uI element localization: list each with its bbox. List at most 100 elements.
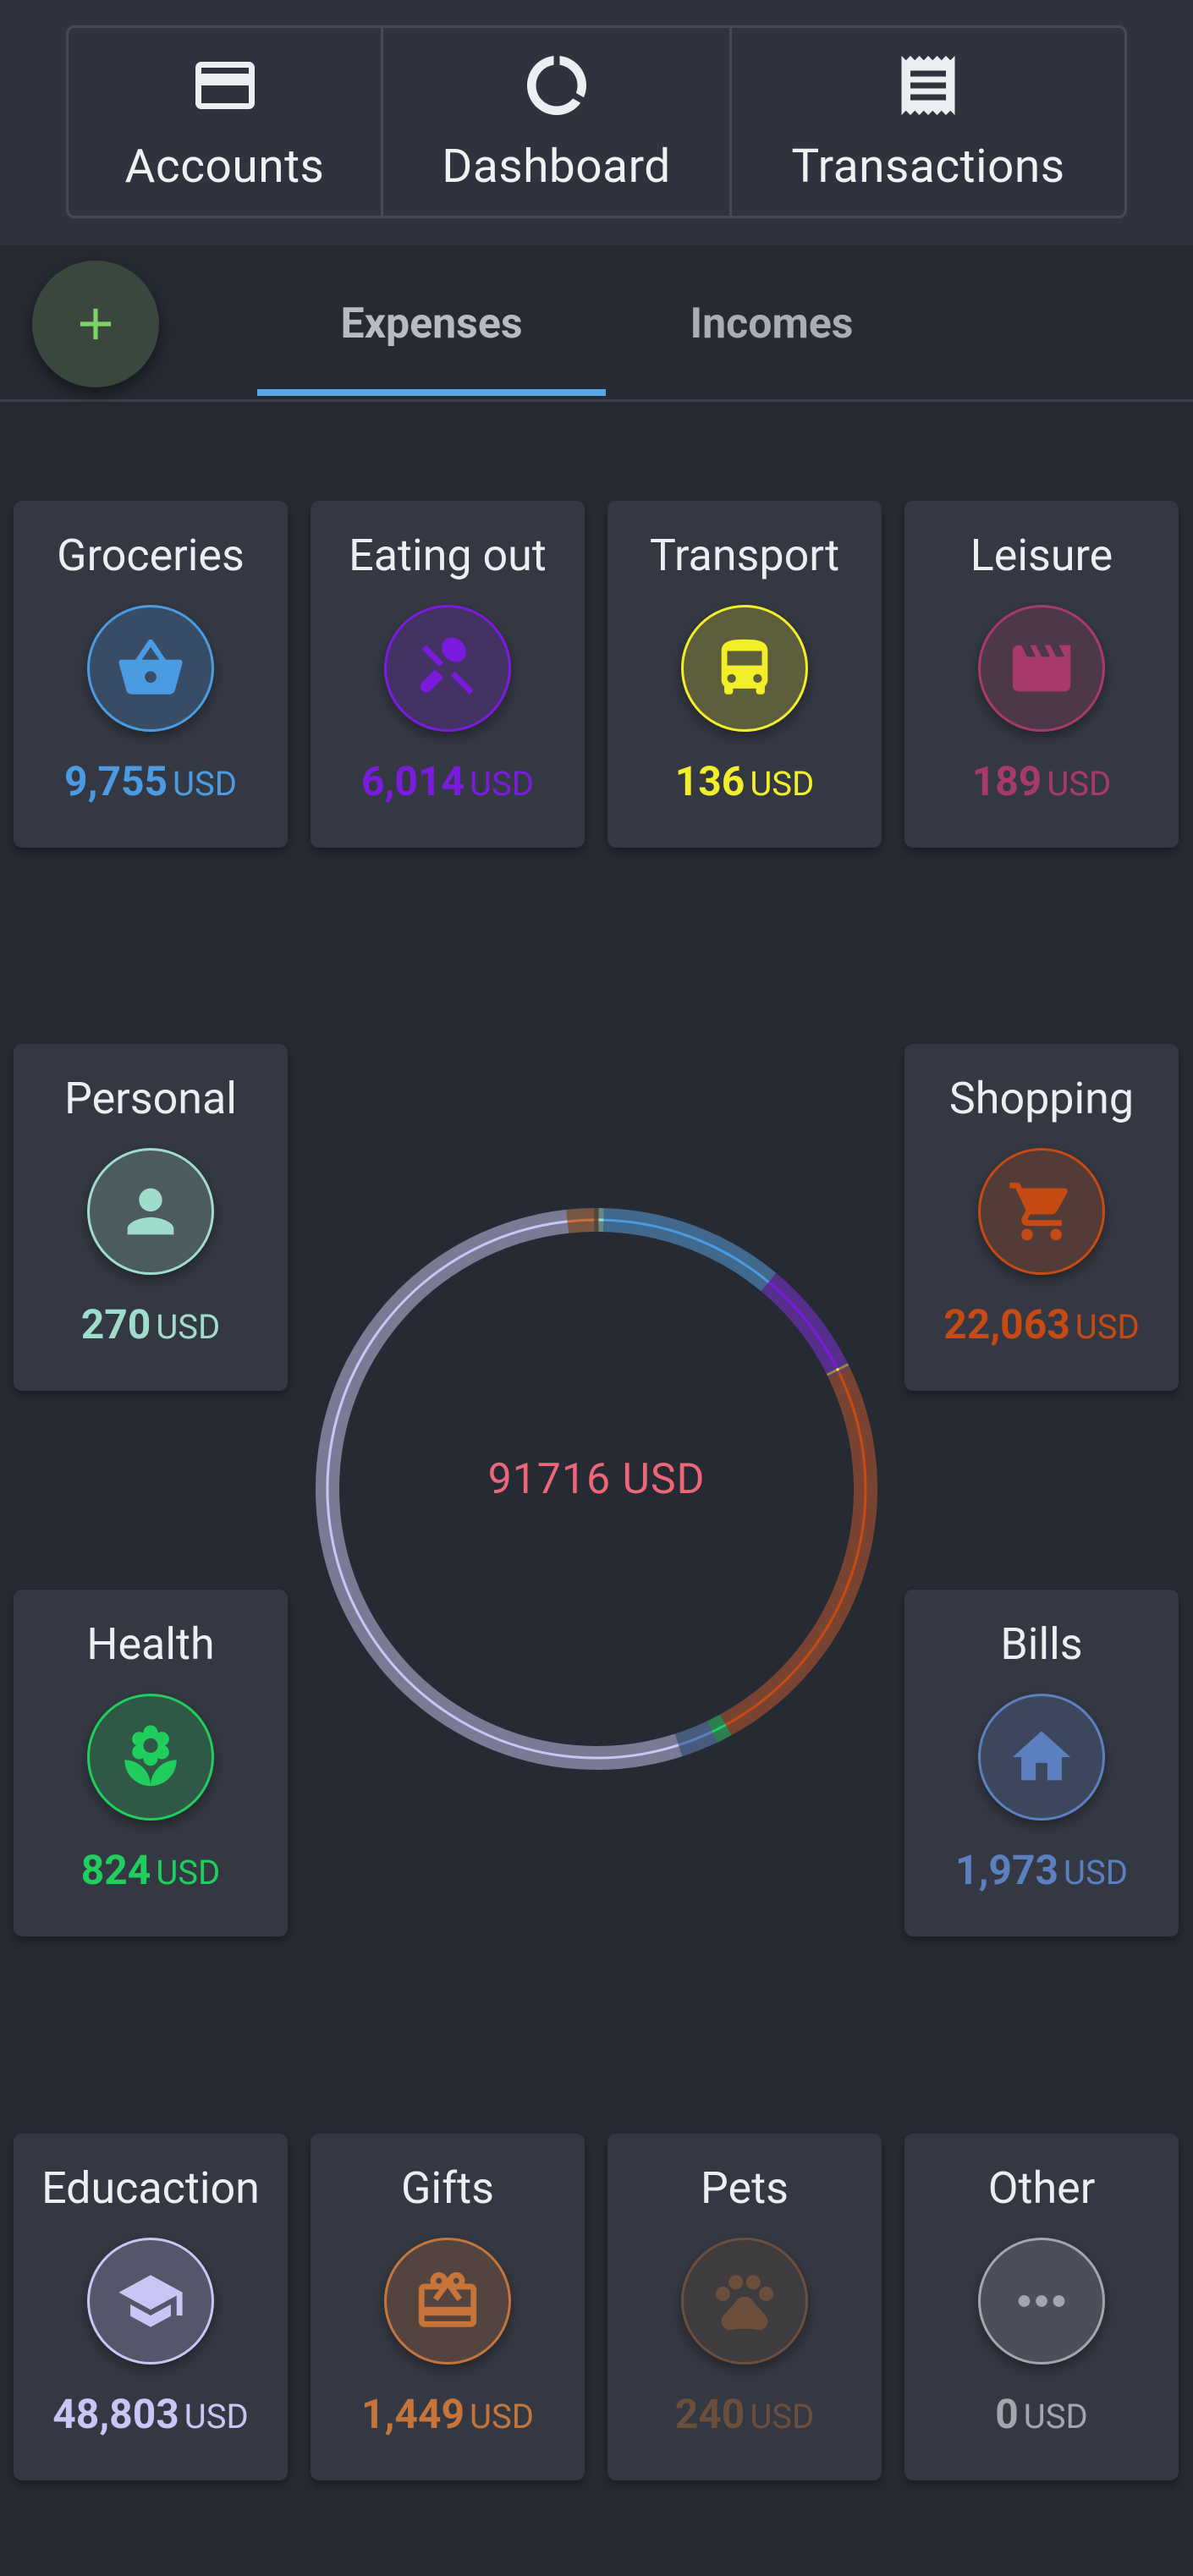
category-amount: 824 USD — [81, 1846, 221, 1894]
category-icon-badge — [87, 1694, 214, 1821]
category-amount-value: 270 — [80, 1300, 151, 1348]
nav-accounts-button[interactable]: Accounts — [69, 28, 383, 216]
active-tab-indicator — [257, 389, 606, 396]
category-amount: 9,755 USD — [64, 757, 237, 805]
category-amount-value: 824 — [80, 1846, 151, 1894]
category-card-leisure[interactable]: Leisure 189 USD — [904, 501, 1179, 848]
cart-icon — [1009, 1182, 1068, 1241]
bus-icon — [721, 639, 768, 695]
category-icon-badge — [87, 605, 214, 732]
category-name: Transport — [649, 530, 840, 581]
category-name: Bills — [1000, 1618, 1083, 1670]
category-name: Gifts — [401, 2162, 494, 2214]
credit-card-icon — [195, 62, 255, 109]
category-amount-value: 136 — [674, 757, 745, 805]
category-amount-currency: USD — [1075, 1307, 1140, 1347]
category-card-other[interactable]: Other 0 USD — [904, 2134, 1179, 2480]
category-name: Leisure — [970, 530, 1113, 581]
category-amount-currency: USD — [1023, 2397, 1088, 2436]
category-name: Shopping — [948, 1073, 1135, 1124]
category-icon-badge — [978, 1694, 1105, 1821]
category-card-eating-out[interactable]: Eating out 6,014 USD — [311, 501, 585, 848]
category-amount-value: 9,755 — [64, 757, 168, 805]
tab-incomes[interactable]: Incomes — [606, 245, 937, 402]
tab-expenses[interactable]: Expenses — [257, 245, 606, 402]
view-switcher: Accounts Dashboard Transactions — [66, 25, 1127, 218]
category-amount: 240 USD — [675, 2390, 815, 2438]
nav-dashboard-button[interactable]: Dashboard — [383, 28, 732, 216]
donut-segment-shopping[interactable] — [720, 1368, 877, 1736]
category-amount: 270 USD — [81, 1300, 221, 1348]
donut-segment-edge-gifts — [567, 1218, 595, 1223]
category-amount: 136 USD — [675, 757, 815, 805]
add-transaction-button[interactable] — [32, 261, 159, 387]
category-icon-badge — [384, 605, 511, 732]
paw-icon — [715, 2275, 774, 2331]
nav-transactions-button[interactable]: Transactions — [732, 28, 1124, 216]
category-icon-badge — [978, 2238, 1105, 2365]
donut-segment-edge-leisure — [837, 1370, 841, 1375]
category-icon-badge — [978, 605, 1105, 732]
person-icon — [127, 1188, 174, 1235]
category-amount-currency: USD — [173, 764, 237, 804]
category-card-education[interactable]: Educaction 48,803 USD — [14, 2134, 288, 2480]
category-name: Eating out — [349, 530, 547, 581]
category-icon-badge — [681, 605, 808, 732]
category-amount-value: 240 — [674, 2390, 745, 2438]
category-amount-currency: USD — [1047, 764, 1112, 804]
category-name: Pets — [701, 2162, 789, 2214]
nav-transactions-label: Transactions — [791, 140, 1065, 194]
category-amount-value: 22,063 — [943, 1300, 1070, 1348]
category-type-tabs: Expenses Incomes — [0, 245, 1193, 402]
category-icon-badge — [87, 2238, 214, 2365]
total-expenses-label: 91716 USD — [487, 1455, 706, 1504]
category-card-health[interactable]: Health 824 USD — [14, 1590, 288, 1936]
category-card-bills[interactable]: Bills 1,973 USD — [904, 1590, 1179, 1936]
cutlery-icon — [420, 637, 474, 695]
category-amount-currency: USD — [750, 764, 815, 804]
category-amount: 1,973 USD — [955, 1846, 1128, 1894]
category-amount: 1,449 USD — [361, 2390, 534, 2438]
category-name: Groceries — [57, 530, 245, 581]
category-name: Other — [987, 2162, 1096, 2214]
clapperboard-icon — [1012, 645, 1071, 692]
house-icon — [1012, 1731, 1071, 1781]
category-amount-currency: USD — [470, 764, 534, 804]
receipt-icon — [901, 56, 955, 115]
category-amount: 22,063 USD — [943, 1300, 1139, 1348]
category-card-shopping[interactable]: Shopping 22,063 USD — [904, 1044, 1179, 1391]
category-amount: 0 USD — [995, 2390, 1087, 2438]
category-amount-currency: USD — [750, 2397, 815, 2436]
more-dots-icon — [1018, 2295, 1065, 2307]
category-card-groceries[interactable]: Groceries 9,755 USD — [14, 501, 288, 848]
category-icon-badge — [87, 1148, 214, 1275]
category-amount-currency: USD — [184, 2397, 249, 2436]
category-amount-value: 6,014 — [361, 757, 465, 805]
gift-icon — [418, 2271, 477, 2327]
category-amount: 189 USD — [972, 757, 1112, 805]
category-icon-badge — [384, 2238, 511, 2365]
donut-segment-groceries[interactable] — [602, 1208, 777, 1292]
donut-segment-eating-out[interactable] — [761, 1272, 848, 1375]
top-navigation-bar: Accounts Dashboard Transactions — [0, 0, 1193, 245]
nav-accounts-label: Accounts — [124, 140, 325, 194]
category-icon-badge — [978, 1148, 1105, 1275]
basket-icon — [118, 639, 183, 695]
category-card-pets[interactable]: Pets 240 USD — [607, 2134, 882, 2480]
leaf-icon — [124, 1725, 177, 1787]
category-amount-value: 189 — [971, 757, 1042, 805]
category-card-transport[interactable]: Transport 136 USD — [607, 501, 882, 848]
category-amount: 48,803 USD — [52, 2390, 248, 2438]
category-amount-value: 1,973 — [955, 1846, 1059, 1894]
category-card-personal[interactable]: Personal 270 USD — [14, 1044, 288, 1391]
category-amount-value: 1,449 — [361, 2390, 465, 2438]
category-amount-currency: USD — [1064, 1853, 1128, 1892]
category-card-gifts[interactable]: Gifts 1,449 USD — [311, 2134, 585, 2480]
category-name: Educaction — [41, 2162, 260, 2214]
donut-segment-edge-transport — [835, 1367, 839, 1371]
category-amount-currency: USD — [156, 1307, 221, 1347]
category-amount-currency: USD — [470, 2397, 534, 2436]
category-amount-value: 48,803 — [52, 2390, 179, 2438]
plus-icon — [80, 308, 112, 340]
category-amount-currency: USD — [156, 1853, 221, 1892]
